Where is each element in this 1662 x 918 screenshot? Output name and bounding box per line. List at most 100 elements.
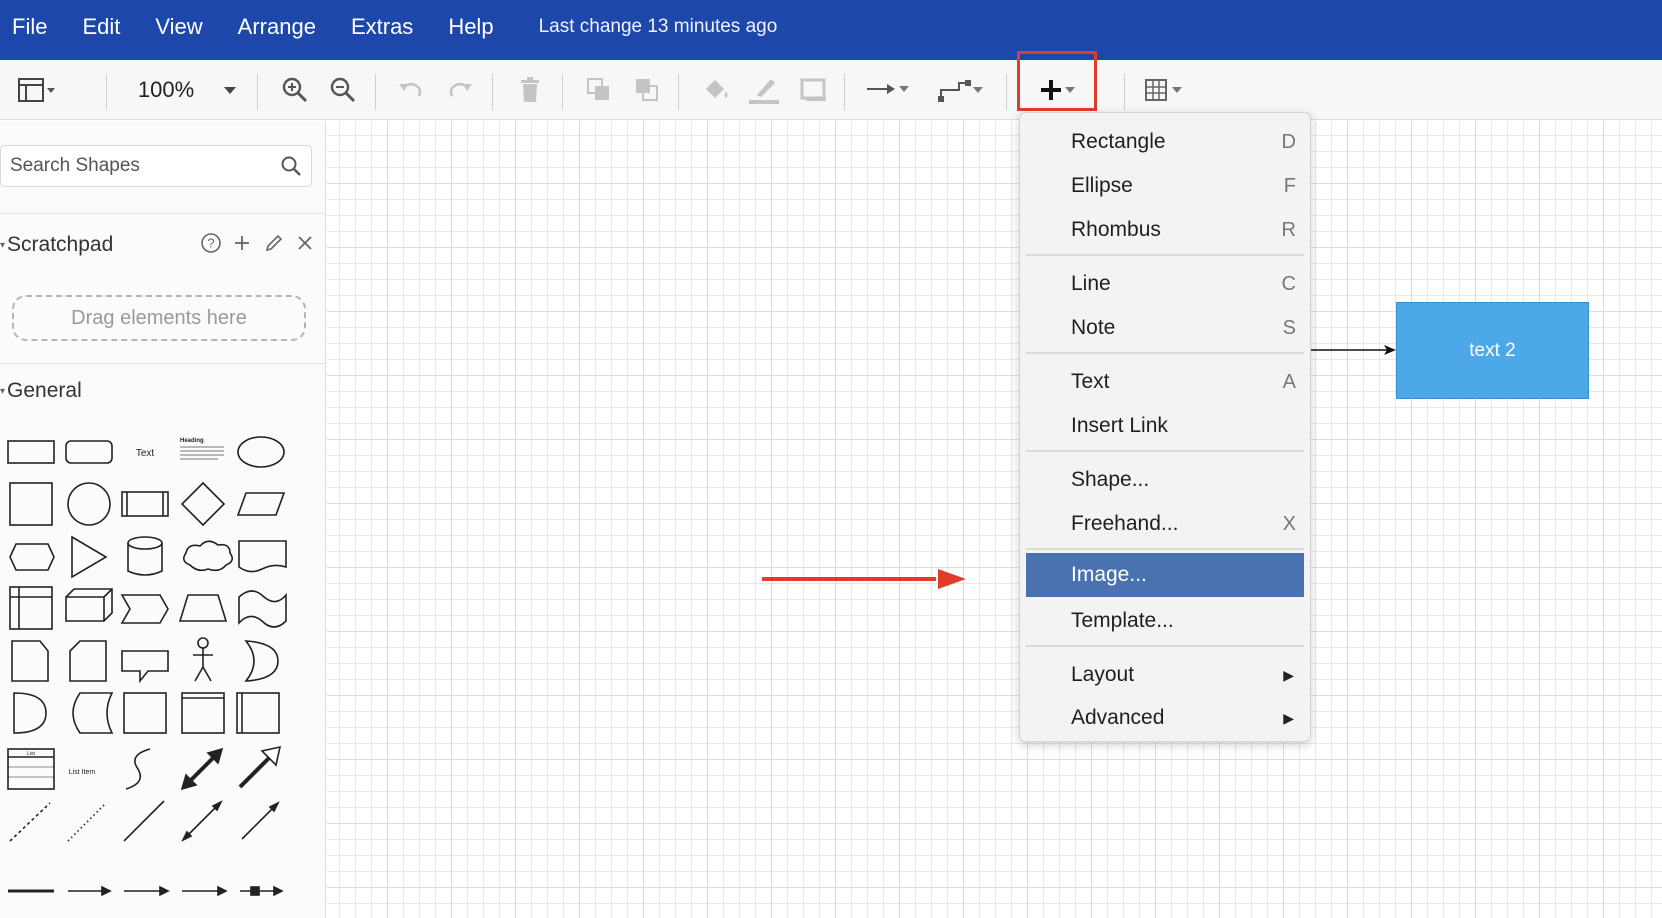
shape-document[interactable] bbox=[238, 540, 287, 573]
menu-item-note[interactable]: Note S bbox=[1026, 306, 1304, 350]
sidebar-divider bbox=[0, 213, 326, 214]
shape-double-arrow[interactable] bbox=[180, 747, 224, 791]
shape-bidirectional-connector[interactable] bbox=[181, 800, 223, 842]
menu-view[interactable]: View bbox=[143, 14, 225, 46]
search-icon[interactable] bbox=[279, 154, 303, 178]
line-color-button[interactable] bbox=[746, 60, 782, 120]
last-change-status[interactable]: Last change 13 minutes ago bbox=[539, 16, 778, 44]
shape-stored-data[interactable] bbox=[72, 692, 114, 734]
menu-arrange[interactable]: Arrange bbox=[226, 14, 339, 46]
shape-dashed-line[interactable] bbox=[9, 802, 51, 842]
add-icon[interactable] bbox=[232, 233, 252, 253]
table-button[interactable] bbox=[1140, 60, 1190, 120]
shape-hexagon[interactable] bbox=[9, 543, 55, 571]
toolbar-divider bbox=[1006, 74, 1007, 110]
menu-item-advanced[interactable]: Advanced ▶ bbox=[1026, 696, 1304, 740]
shape-delay[interactable] bbox=[13, 692, 47, 734]
shape-list-label[interactable]: List bbox=[27, 751, 35, 757]
shape-square[interactable] bbox=[9, 482, 53, 526]
menu-edit[interactable]: Edit bbox=[70, 14, 143, 46]
shape-diamond[interactable] bbox=[180, 481, 226, 527]
shortcut-label: X bbox=[1282, 512, 1296, 535]
menu-separator bbox=[1026, 254, 1304, 256]
shape-note[interactable] bbox=[11, 640, 49, 682]
redo-button[interactable] bbox=[443, 60, 477, 120]
shape-ellipse[interactable] bbox=[237, 436, 285, 468]
delete-icon bbox=[521, 77, 539, 102]
menu-item-rhombus[interactable]: Rhombus R bbox=[1026, 208, 1304, 252]
shape-link-arrow[interactable] bbox=[68, 885, 112, 897]
zoom-in-button[interactable] bbox=[278, 60, 312, 120]
edge-connector[interactable] bbox=[1300, 340, 1400, 360]
shape-dotted-line[interactable] bbox=[67, 802, 107, 842]
shape-cloud[interactable] bbox=[182, 540, 234, 572]
menu-item-template[interactable]: Template... bbox=[1026, 599, 1304, 643]
scratchpad-header[interactable]: ▾ Scratchpad bbox=[0, 233, 113, 257]
menu-item-rectangle[interactable]: Rectangle D bbox=[1026, 120, 1304, 164]
menu-item-line[interactable]: Line C bbox=[1026, 262, 1304, 306]
shape-single-arrow[interactable] bbox=[238, 745, 282, 789]
shape-step[interactable] bbox=[120, 594, 169, 624]
help-icon[interactable]: ? bbox=[200, 232, 222, 254]
shape-directional-connector[interactable] bbox=[241, 801, 280, 840]
shape-callout[interactable] bbox=[121, 650, 169, 684]
shape-parallelogram[interactable] bbox=[236, 492, 286, 516]
shape-text-label[interactable]: Text bbox=[136, 448, 155, 459]
menu-item-freehand[interactable]: Freehand... X bbox=[1026, 502, 1304, 546]
shape-process[interactable] bbox=[121, 491, 169, 517]
general-header[interactable]: ▾ General bbox=[0, 379, 82, 403]
to-front-button[interactable] bbox=[582, 60, 616, 120]
menu-item-image[interactable]: Image... bbox=[1026, 553, 1304, 597]
shape-circle[interactable] bbox=[67, 482, 111, 526]
shape-heading-label[interactable]: Heading bbox=[180, 438, 204, 444]
shape-cube[interactable] bbox=[65, 588, 113, 622]
menu-item-shape[interactable]: Shape... bbox=[1026, 458, 1304, 502]
general-title: General bbox=[7, 379, 82, 402]
shape-link-label[interactable] bbox=[124, 885, 170, 897]
menu-item-insert-link[interactable]: Insert Link bbox=[1026, 404, 1304, 448]
shape-pool[interactable] bbox=[236, 692, 280, 734]
red-annotation-arrow bbox=[762, 569, 966, 589]
undo-button[interactable] bbox=[394, 60, 428, 120]
zoom-select[interactable]: 100% bbox=[136, 60, 246, 120]
shape-triangle[interactable] bbox=[71, 535, 108, 579]
shortcut-label: S bbox=[1282, 316, 1296, 339]
shape-or[interactable] bbox=[244, 640, 279, 682]
shadow-button[interactable] bbox=[796, 60, 832, 120]
shape-actor[interactable] bbox=[193, 637, 213, 682]
menu-file[interactable]: File bbox=[0, 14, 70, 46]
shape-link-box[interactable] bbox=[240, 885, 284, 897]
shape-trapezoid[interactable] bbox=[178, 594, 228, 622]
scratchpad-dropzone[interactable]: Drag elements here bbox=[12, 295, 306, 341]
shape-card[interactable] bbox=[69, 640, 107, 682]
shape-rectangle[interactable] bbox=[7, 440, 55, 464]
shape-list-item-label[interactable]: List Item bbox=[69, 769, 96, 776]
format-panel-button[interactable] bbox=[12, 60, 62, 120]
shape-container[interactable] bbox=[123, 692, 167, 734]
menu-extras[interactable]: Extras bbox=[339, 14, 436, 46]
shape-cylinder[interactable] bbox=[127, 536, 163, 576]
to-back-button[interactable] bbox=[630, 60, 664, 120]
connection-button[interactable] bbox=[864, 60, 914, 120]
shape-rounded-rectangle[interactable] bbox=[65, 440, 113, 464]
shape-link-multi[interactable] bbox=[182, 885, 228, 897]
waypoints-button[interactable] bbox=[936, 60, 986, 120]
shape-tape[interactable] bbox=[238, 590, 287, 628]
delete-button[interactable] bbox=[513, 60, 547, 120]
shape-line[interactable] bbox=[123, 800, 165, 842]
diagram-node[interactable]: text 2 bbox=[1396, 302, 1589, 399]
menu-item-layout[interactable]: Layout ▶ bbox=[1026, 653, 1304, 697]
menu-help[interactable]: Help bbox=[436, 14, 516, 46]
edit-pencil-icon[interactable] bbox=[264, 233, 284, 253]
search-input[interactable] bbox=[1, 155, 271, 177]
undo-icon bbox=[399, 82, 422, 97]
shape-curved-arrow[interactable] bbox=[125, 748, 151, 790]
fill-color-button[interactable] bbox=[698, 60, 734, 120]
zoom-out-button[interactable] bbox=[326, 60, 360, 120]
menu-item-text[interactable]: Text A bbox=[1026, 360, 1304, 404]
menu-item-ellipse[interactable]: Ellipse F bbox=[1026, 164, 1304, 208]
close-icon[interactable] bbox=[296, 234, 314, 252]
diagram-canvas[interactable] bbox=[327, 121, 1662, 918]
shape-swimlane[interactable] bbox=[181, 692, 225, 734]
shape-internal-storage[interactable] bbox=[9, 586, 53, 630]
